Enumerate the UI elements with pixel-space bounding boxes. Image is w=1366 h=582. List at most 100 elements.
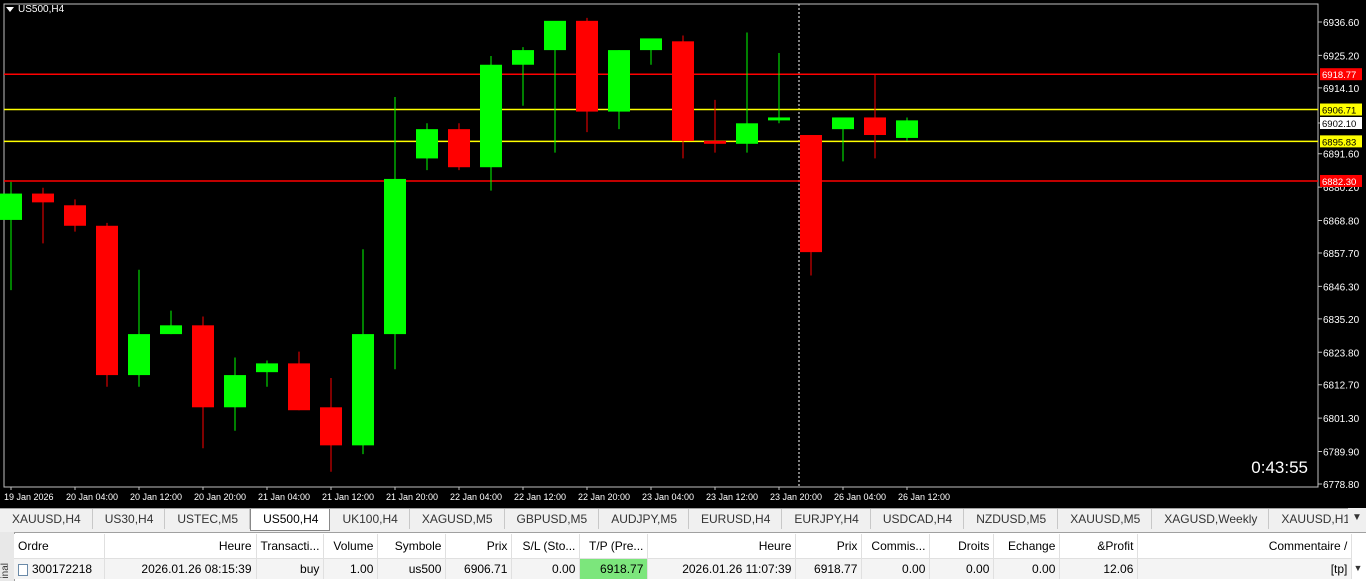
bullish-candle[interactable] <box>352 334 374 446</box>
terminal-side-label[interactable]: inal <box>0 532 15 581</box>
bullish-candle[interactable] <box>480 64 502 168</box>
tab-eurusd-h4[interactable]: EURUSD,H4 <box>689 509 783 529</box>
bearish-candle[interactable] <box>576 20 598 112</box>
price-axis-label: 6789.90 <box>1323 448 1360 459</box>
tab-eurjpy-h4[interactable]: EURJPY,H4 <box>782 509 871 529</box>
price-level-label: 6895.83 <box>1322 137 1356 148</box>
tab-xauusd-m5[interactable]: XAUUSD,M5 <box>1058 509 1153 529</box>
bullish-candle[interactable] <box>416 129 438 159</box>
column-header[interactable]: Prix <box>795 534 863 559</box>
bullish-candle[interactable] <box>224 375 246 408</box>
chart-symbol-label: US500,H4 <box>18 4 65 15</box>
bullish-candle[interactable] <box>608 50 630 112</box>
price-axis-label: 6857.70 <box>1323 249 1360 260</box>
candlestick-chart[interactable]: 6936.606925.206914.106902.106891.606880.… <box>0 0 1366 508</box>
bullish-candle[interactable] <box>832 117 854 130</box>
table-cell: 0.00 <box>861 558 931 579</box>
tab-xagusd-weekly[interactable]: XAGUSD,Weekly <box>1152 509 1270 529</box>
table-cell: [tp] <box>1137 558 1353 579</box>
table-cell: 2026.01.26 08:15:39 <box>104 558 257 579</box>
table-cell: buy <box>256 558 325 579</box>
column-header[interactable]: Echange <box>993 534 1061 559</box>
time-axis-label: 21 Jan 12:00 <box>322 492 374 502</box>
bullish-candle[interactable] <box>0 193 22 220</box>
column-header[interactable]: Volume <box>323 534 379 559</box>
bullish-candle[interactable] <box>512 50 534 65</box>
bullish-candle[interactable] <box>160 325 182 335</box>
bearish-candle[interactable] <box>448 129 470 168</box>
table-cell: us500 <box>377 558 447 579</box>
bullish-candle[interactable] <box>896 120 918 138</box>
column-header[interactable]: Heure <box>104 534 257 559</box>
tab-nzdusd-m5[interactable]: NZDUSD,M5 <box>964 509 1059 529</box>
orders-table: Ordre Heure Transacti... Volume Symbole Prix S… <box>14 534 1353 579</box>
bearish-candle[interactable] <box>800 135 822 253</box>
bullish-candle[interactable] <box>768 117 790 121</box>
column-header[interactable]: Droits <box>929 534 995 559</box>
column-header[interactable]: &Profit <box>1059 534 1139 559</box>
column-header[interactable]: T/P (Pre... <box>579 534 649 559</box>
price-axis-label: 6925.20 <box>1323 51 1360 62</box>
price-axis-label: 6914.10 <box>1323 84 1360 95</box>
column-header[interactable]: Heure <box>647 534 797 559</box>
price-level-label: 6918.77 <box>1322 70 1356 81</box>
table-cell: 6918.77 <box>795 558 863 579</box>
bearish-candle[interactable] <box>288 363 310 411</box>
bid-price-label: 6902.10 <box>1322 119 1356 130</box>
bullish-candle[interactable] <box>256 363 278 373</box>
bullish-candle[interactable] <box>640 38 662 51</box>
price-axis-label: 6801.30 <box>1323 414 1360 425</box>
tab-ustec-m5[interactable]: USTEC,M5 <box>165 509 251 529</box>
dropdown-triangle-icon[interactable] <box>6 6 14 12</box>
column-header[interactable]: Ordre <box>14 534 105 559</box>
time-axis-label: 20 Jan 20:00 <box>194 492 246 502</box>
tab-uk100-h4[interactable]: UK100,H4 <box>330 509 410 529</box>
table-row[interactable]: 300172218 2026.01.26 08:15:39 buy 1.00 us500… <box>14 558 1353 579</box>
tab-audjpy-m5[interactable]: AUDJPY,M5 <box>599 509 690 529</box>
price-chart[interactable]: 6936.606925.206914.106902.106891.606880.… <box>0 0 1366 508</box>
time-axis-label: 26 Jan 12:00 <box>898 492 950 502</box>
price-axis-label: 6936.60 <box>1323 18 1360 29</box>
tab-us30-h4[interactable]: US30,H4 <box>93 509 166 529</box>
bearish-candle[interactable] <box>704 140 726 144</box>
bearish-candle[interactable] <box>32 193 54 203</box>
tab-xagusd-m5[interactable]: XAGUSD,M5 <box>410 509 505 529</box>
tab-usdcad-h4[interactable]: USDCAD,H4 <box>871 509 965 529</box>
column-header[interactable]: S/L (Sto... <box>511 534 581 559</box>
time-axis-label: 19 Jan 2026 <box>4 492 54 502</box>
bullish-candle[interactable] <box>128 334 150 376</box>
bullish-candle[interactable] <box>544 20 566 51</box>
time-axis-label: 21 Jan 04:00 <box>258 492 310 502</box>
time-axis-label: 26 Jan 04:00 <box>834 492 886 502</box>
time-axis-label: 22 Jan 04:00 <box>450 492 502 502</box>
price-axis-label: 6812.70 <box>1323 381 1360 392</box>
tab-us500-h4[interactable]: US500,H4 <box>250 509 331 531</box>
column-header[interactable]: Commentaire / <box>1137 534 1353 559</box>
price-level-label: 6906.71 <box>1322 106 1356 117</box>
bearish-candle[interactable] <box>672 41 694 141</box>
column-header[interactable]: Symbole <box>377 534 447 559</box>
column-header[interactable]: Prix <box>445 534 513 559</box>
price-axis-label: 6868.80 <box>1323 217 1360 228</box>
bullish-candle[interactable] <box>736 123 758 144</box>
column-header[interactable]: Transacti... <box>256 534 325 559</box>
bearish-candle[interactable] <box>320 407 342 446</box>
column-header[interactable]: Commis... <box>861 534 931 559</box>
table-cell: 0.00 <box>993 558 1061 579</box>
time-axis-label: 21 Jan 20:00 <box>386 492 438 502</box>
price-axis-label: 6835.20 <box>1323 315 1360 326</box>
chart-title: US500,H4 <box>6 4 64 15</box>
chart-frame <box>3 3 1319 488</box>
bearish-candle[interactable] <box>96 225 118 376</box>
tab-gbpusd-m5[interactable]: GBPUSD,M5 <box>505 509 600 529</box>
table-cell: 1.00 <box>323 558 379 579</box>
scroll-down-icon[interactable]: ▼ <box>1352 563 1364 577</box>
time-axis-label: 20 Jan 04:00 <box>66 492 118 502</box>
bearish-candle[interactable] <box>864 117 886 136</box>
table-header-row: Ordre Heure Transacti... Volume Symbole Prix S… <box>14 534 1353 559</box>
bearish-candle[interactable] <box>192 325 214 408</box>
bullish-candle[interactable] <box>384 178 406 335</box>
bearish-candle[interactable] <box>64 205 86 226</box>
tab-xauusd-h4[interactable]: XAUUSD,H4 <box>0 509 93 529</box>
tabs-scroll-icon[interactable]: ▼ <box>1348 508 1366 530</box>
